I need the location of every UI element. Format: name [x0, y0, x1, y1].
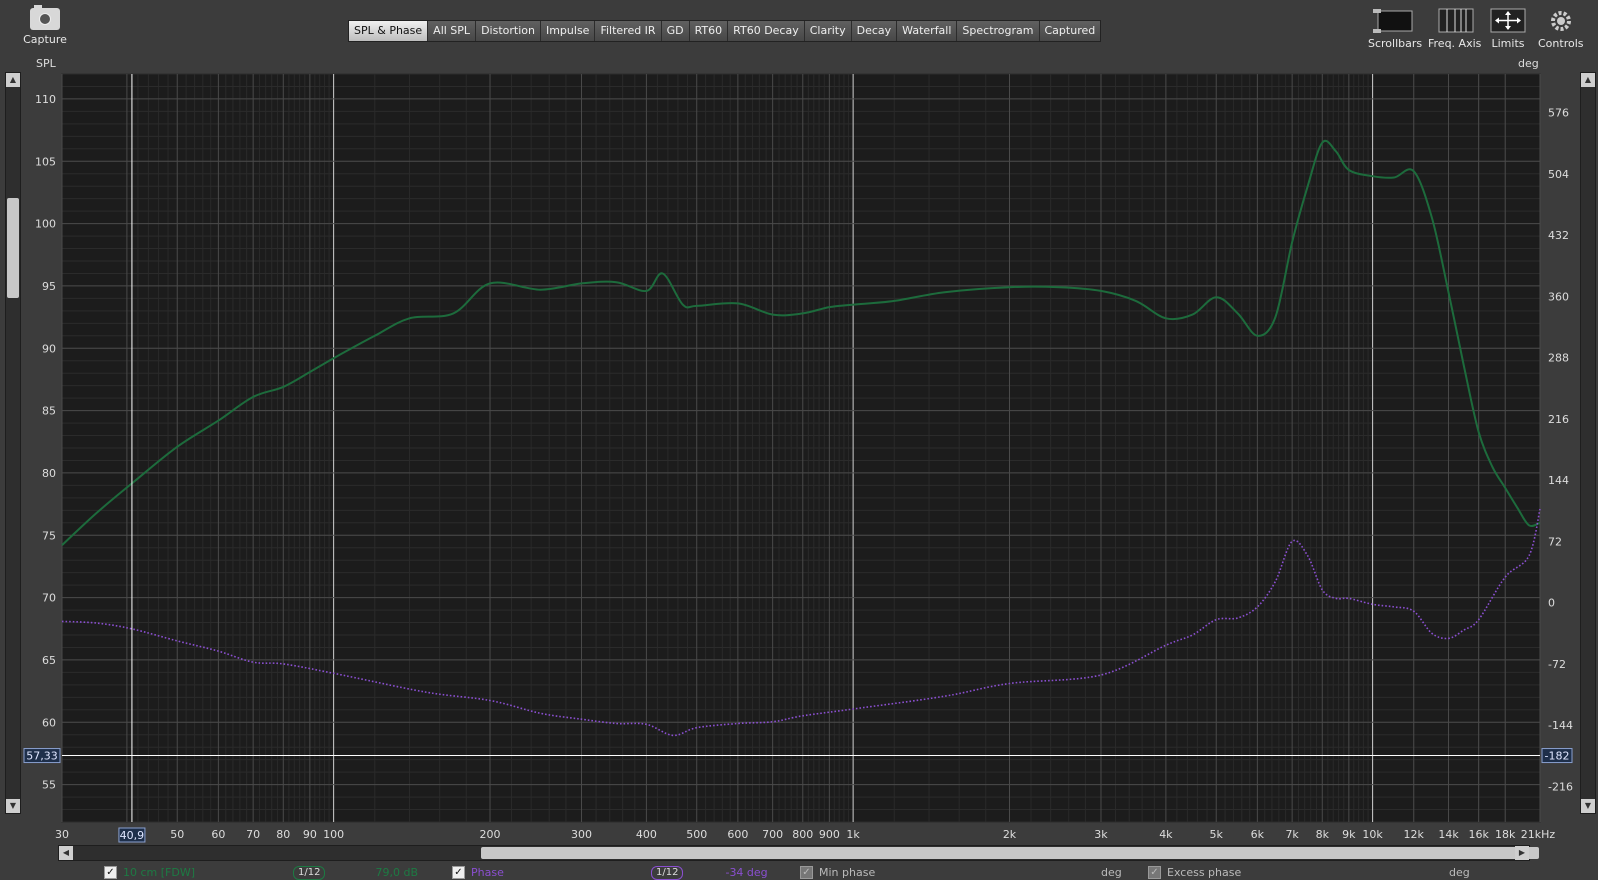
- excess-phase-checkbox[interactable]: ✓: [1148, 866, 1161, 879]
- y-right-tick-label: -144: [1548, 719, 1573, 732]
- x-tick-label: 400: [636, 828, 657, 841]
- x-tick-label: 21kHz: [1521, 828, 1556, 841]
- y-left-tick-label: 105: [35, 155, 56, 168]
- y-right-tick-label: 144: [1548, 474, 1569, 487]
- cursor-phase-label: -182: [1541, 748, 1573, 764]
- spl-checkbox[interactable]: ✓: [104, 866, 117, 879]
- spl-legend-name: 10 cm [FDW]: [123, 866, 196, 879]
- spl-smoothing[interactable]: 1/12: [293, 865, 326, 880]
- phase-cursor-value: -34 deg: [725, 866, 768, 879]
- scroll-right-icon[interactable]: ▶: [1515, 846, 1529, 860]
- scroll-thumb[interactable]: [481, 847, 1539, 859]
- x-tick-label: 100: [323, 828, 344, 841]
- excess-phase-unit: deg: [1449, 866, 1470, 879]
- y-left-tick-label: 85: [42, 405, 56, 418]
- x-tick-label: 900: [819, 828, 840, 841]
- x-tick-label: 5k: [1210, 828, 1224, 841]
- scroll-left-icon[interactable]: ◀: [59, 846, 73, 860]
- phase-smoothing[interactable]: 1/12: [651, 865, 684, 880]
- spl-phase-chart[interactable]: 3040506070809010020030040050060070080090…: [0, 0, 1598, 845]
- y-right-tick-label: 360: [1548, 290, 1569, 303]
- spl-cursor-value: 79,0 dB: [375, 866, 418, 879]
- y-right-tick-label: 576: [1548, 107, 1569, 120]
- y-right-tick-label: 288: [1548, 352, 1569, 365]
- x-tick-label: 700: [762, 828, 783, 841]
- x-tick-label: 30: [55, 828, 69, 841]
- cursor-spl-label: 57,33: [23, 748, 61, 764]
- legend-min-phase: ✓ Min phase deg: [800, 865, 1122, 880]
- y-right-tick-label: -72: [1548, 658, 1566, 671]
- y-left-tick-label: 100: [35, 218, 56, 231]
- y-left-tick-label: 110: [35, 93, 56, 106]
- y-right-tick-label: 504: [1548, 168, 1569, 181]
- x-tick-label: 16k: [1468, 828, 1489, 841]
- x-tick-label: 3k: [1094, 828, 1108, 841]
- y-left-tick-label: 90: [42, 342, 56, 355]
- x-tick-label: 800: [792, 828, 813, 841]
- x-tick-label: 12k: [1404, 828, 1425, 841]
- legend-phase: ✓ Phase 1/12 -34 deg: [452, 865, 768, 880]
- y-left-tick-label: 75: [42, 529, 56, 542]
- x-tick-label: 2k: [1003, 828, 1017, 841]
- x-tick-label: 200: [480, 828, 501, 841]
- x-tick-label: 6k: [1251, 828, 1265, 841]
- x-tick-label: 500: [686, 828, 707, 841]
- excess-phase-label: Excess phase: [1167, 866, 1242, 879]
- x-tick-label: 8k: [1316, 828, 1330, 841]
- x-tick-label: 1k: [846, 828, 860, 841]
- x-tick-label: 300: [571, 828, 592, 841]
- y-left-tick-label: 95: [42, 280, 56, 293]
- y-left-tick-label: 70: [42, 592, 56, 605]
- y-left-tick-label: 80: [42, 467, 56, 480]
- y-left-tick-label: 60: [42, 716, 56, 729]
- x-tick-label: 14k: [1438, 828, 1459, 841]
- x-tick-label: 80: [276, 828, 290, 841]
- y-right-tick-label: 432: [1548, 229, 1569, 242]
- y-right-tick-label: 0: [1548, 597, 1555, 610]
- x-tick-label: 10k: [1362, 828, 1383, 841]
- y-right-tick-label: -216: [1548, 780, 1573, 793]
- y-left-tick-label: 65: [42, 654, 56, 667]
- legend-spl: ✓ 10 cm [FDW] 1/12 79,0 dB: [104, 865, 418, 880]
- x-tick-label: 90: [303, 828, 317, 841]
- y-left-tick-label: 55: [42, 779, 56, 792]
- cursor-phase-label-text: -182: [1545, 750, 1570, 763]
- x-tick-label: 60: [211, 828, 225, 841]
- legend-excess-phase: ✓ Excess phase deg: [1148, 865, 1470, 880]
- phase-legend-name: Phase: [471, 866, 504, 879]
- min-phase-checkbox[interactable]: ✓: [800, 866, 813, 879]
- x-tick-label: 600: [727, 828, 748, 841]
- phase-checkbox[interactable]: ✓: [452, 866, 465, 879]
- x-tick-label: 7k: [1285, 828, 1299, 841]
- y-right-tick-label: 216: [1548, 413, 1569, 426]
- x-tick-label: 70: [246, 828, 260, 841]
- cursor-freq-label-text: 40,9: [120, 829, 145, 842]
- horizontal-scrollbar[interactable]: ◀ ▶: [58, 845, 1539, 861]
- y-right-tick-label: 72: [1548, 535, 1562, 548]
- x-tick-label: 4k: [1159, 828, 1173, 841]
- cursor-freq-label: 40,9: [118, 827, 146, 843]
- min-phase-label: Min phase: [819, 866, 876, 879]
- cursor-spl-label-text: 57,33: [26, 750, 58, 763]
- x-tick-label: 50: [170, 828, 184, 841]
- x-tick-label: 18k: [1495, 828, 1516, 841]
- min-phase-unit: deg: [1101, 866, 1122, 879]
- x-tick-label: 9k: [1342, 828, 1356, 841]
